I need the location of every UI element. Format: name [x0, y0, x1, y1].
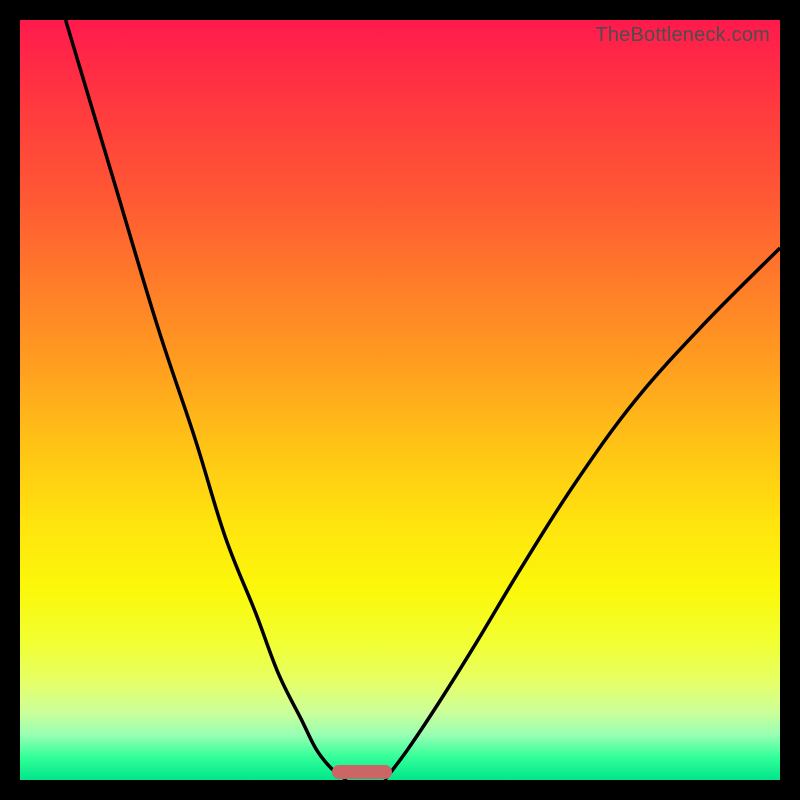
right-curve — [385, 248, 780, 780]
chart-frame: TheBottleneck.com — [0, 0, 800, 800]
curves-svg — [20, 20, 780, 780]
plot-area: TheBottleneck.com — [20, 20, 780, 780]
left-curve — [66, 20, 347, 780]
bottleneck-marker — [332, 765, 393, 779]
